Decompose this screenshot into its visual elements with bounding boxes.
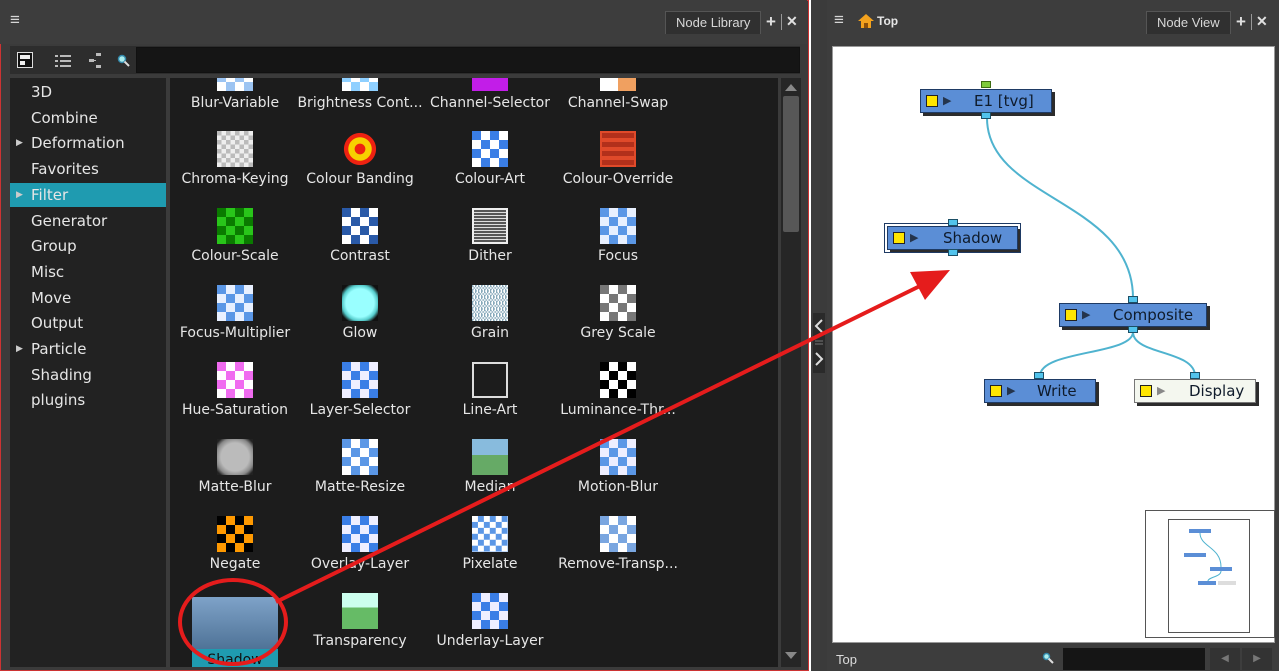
navigator-minimap[interactable] <box>1145 510 1275 638</box>
node-write[interactable]: ▶ Write <box>984 379 1096 403</box>
status-location: Top <box>836 652 857 667</box>
composite-in-port[interactable] <box>1128 296 1138 303</box>
node-composite-label: Composite <box>1113 306 1194 324</box>
play-arrow-icon: ▶ <box>1157 384 1166 397</box>
play-arrow-icon: ▶ <box>910 231 919 244</box>
view-search-input[interactable] <box>1063 648 1205 670</box>
display-in-port[interactable] <box>1190 372 1200 379</box>
cable-e1-composite <box>986 117 1134 299</box>
play-arrow-icon: ▶ <box>1007 384 1016 397</box>
node-e1[interactable]: ▶ E1 [tvg] <box>920 89 1052 113</box>
node-write-label: Write <box>1037 382 1077 400</box>
node-display-label: Display <box>1189 382 1245 400</box>
e1-out-port[interactable] <box>981 112 991 119</box>
enable-toggle-icon[interactable] <box>1140 385 1152 397</box>
play-arrow-icon: ▶ <box>943 94 952 107</box>
node-cables <box>986 117 1196 377</box>
composite-out-port[interactable] <box>1128 326 1138 333</box>
write-in-port[interactable] <box>1034 372 1044 379</box>
enable-toggle-icon[interactable] <box>926 95 938 107</box>
node-composite[interactable]: ▶ Composite <box>1059 303 1207 327</box>
node-shadow-label: Shadow <box>943 229 1003 247</box>
cable-composite-write <box>1039 331 1134 377</box>
shadow-out-port[interactable] <box>948 249 958 256</box>
play-arrow-icon: ▶ <box>1082 308 1091 321</box>
nav-next-icon[interactable]: ▶ <box>1242 648 1272 670</box>
cable-composite-display <box>1132 331 1196 377</box>
shadow-in-port[interactable] <box>948 219 958 226</box>
nav-prev-icon[interactable]: ◀ <box>1210 648 1240 670</box>
enable-toggle-icon[interactable] <box>1065 309 1077 321</box>
e1-top-port[interactable] <box>981 81 991 88</box>
enable-toggle-icon[interactable] <box>893 232 905 244</box>
view-search-icon[interactable] <box>1042 652 1054 664</box>
node-display[interactable]: ▶ Display <box>1134 379 1256 403</box>
node-e1-label: E1 [tvg] <box>974 92 1034 110</box>
node-shadow[interactable]: ▶ Shadow <box>884 223 1021 253</box>
enable-toggle-icon[interactable] <box>990 385 1002 397</box>
